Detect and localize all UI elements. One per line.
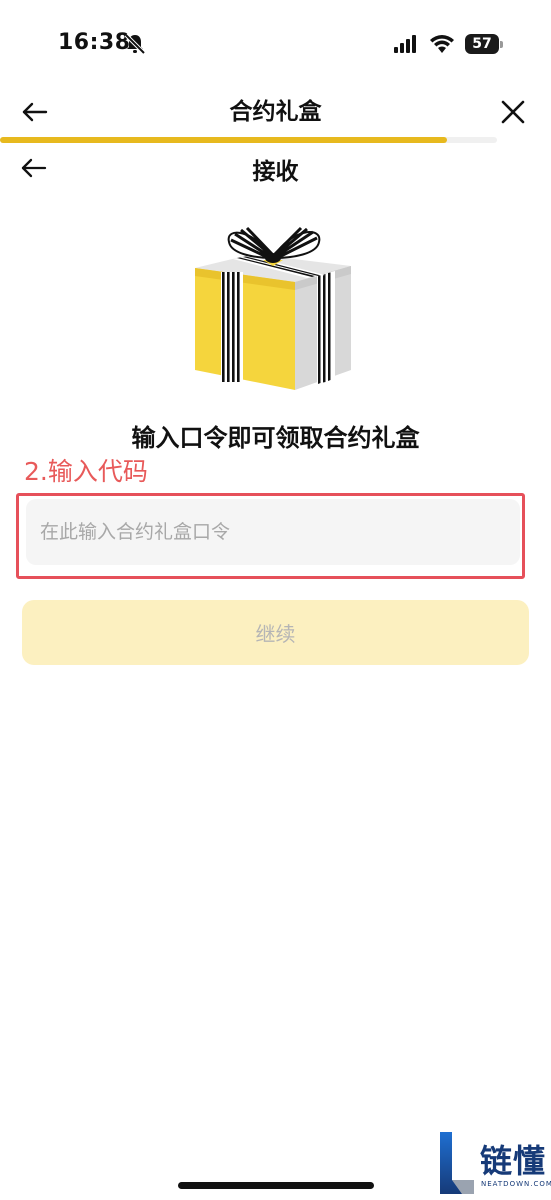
home-indicator — [178, 1182, 374, 1189]
signal-icon — [394, 35, 416, 53]
bell-off-icon — [124, 33, 146, 55]
annotation-label: 2.输入代码 — [24, 457, 148, 486]
gift-code-input[interactable] — [26, 499, 520, 565]
headline: 输入口令即可领取合约礼盒 — [131, 424, 420, 452]
wifi-icon — [430, 35, 454, 53]
gift-box-icon — [195, 226, 351, 390]
watermark-sub: NEATDOWN.COM — [481, 1180, 551, 1188]
progress-bar — [0, 137, 497, 143]
battery-icon: 57 — [465, 34, 503, 54]
sub-title: 接收 — [252, 159, 299, 185]
status-bar: 16:38 57 — [0, 0, 551, 88]
close-icon[interactable] — [497, 96, 529, 128]
page-title: 合约礼盒 — [229, 99, 322, 125]
continue-button[interactable]: 继续 — [22, 600, 529, 665]
top-nav: 合约礼盒 — [0, 88, 551, 140]
status-time: 16:38 — [58, 30, 131, 55]
progress-fill — [0, 137, 448, 143]
battery-tip — [500, 41, 503, 48]
watermark-brand: 链懂 — [480, 1142, 547, 1180]
battery-level: 57 — [472, 36, 492, 52]
